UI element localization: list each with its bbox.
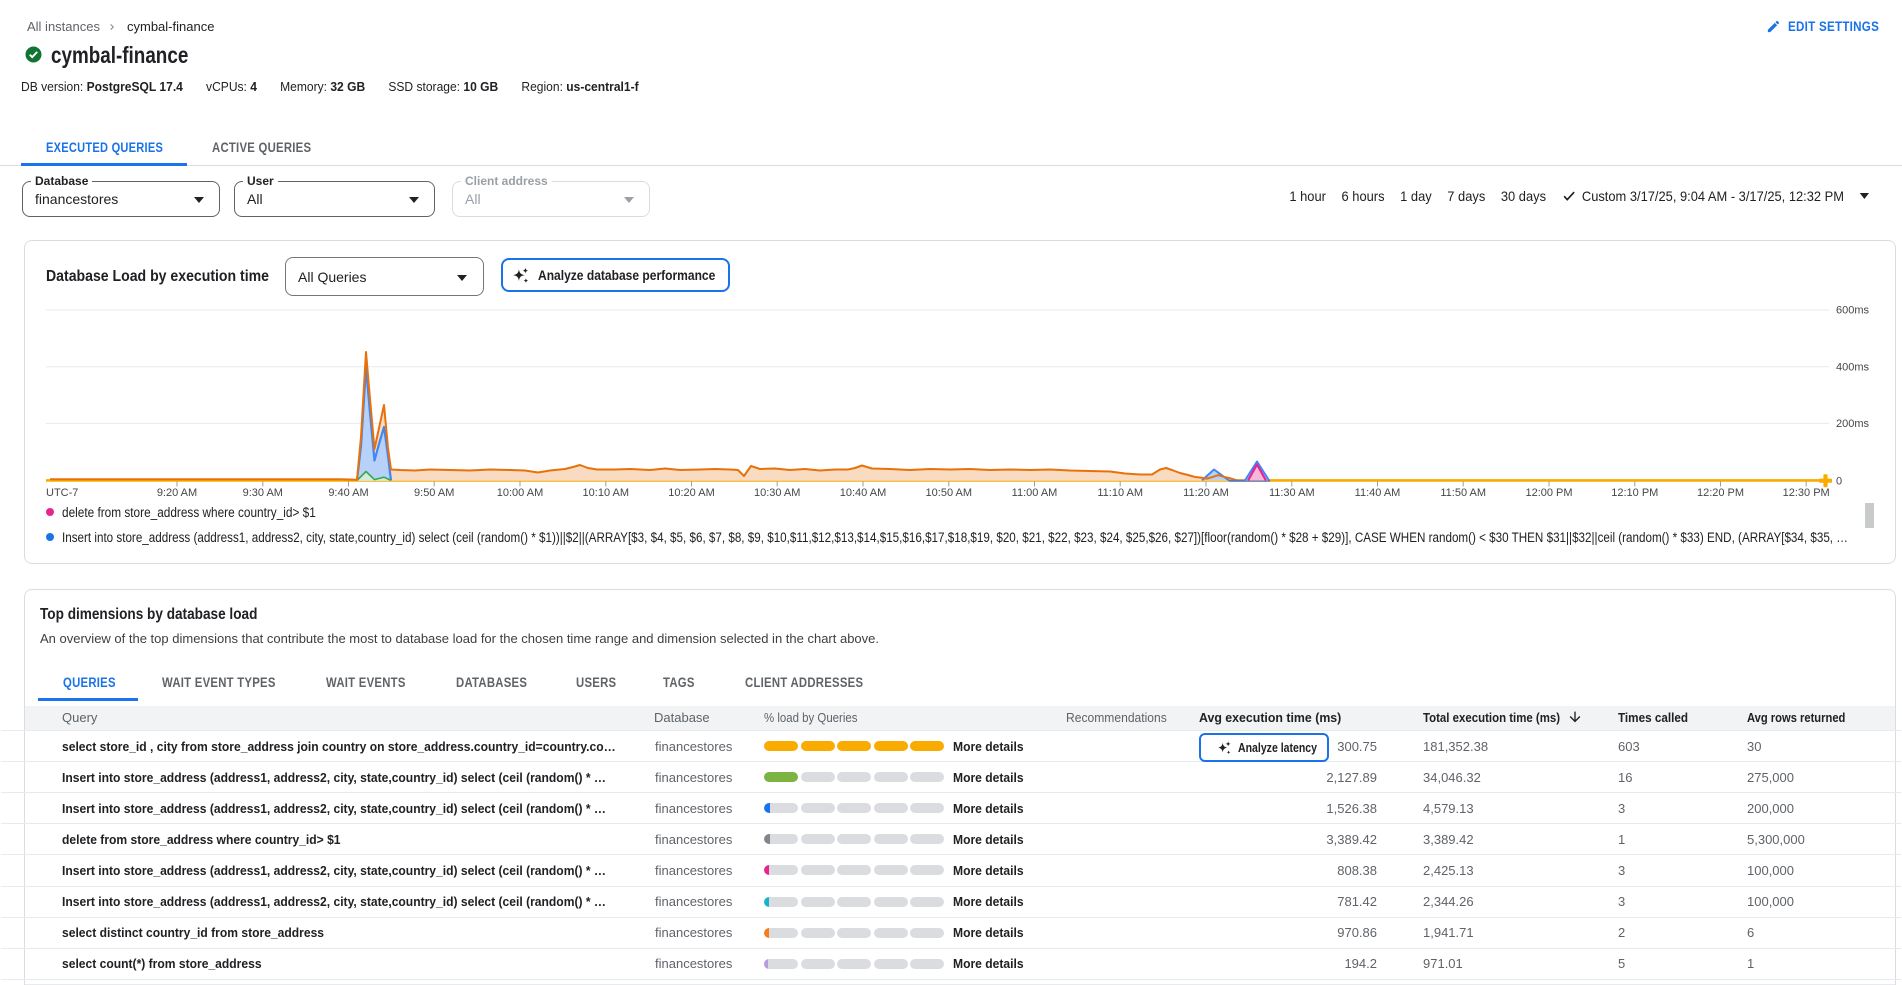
svg-text:0: 0 xyxy=(1836,476,1842,488)
svg-text:12:30 PM: 12:30 PM xyxy=(1783,487,1830,499)
svg-text:12:00 PM: 12:00 PM xyxy=(1525,487,1572,499)
svg-text:12:20 PM: 12:20 PM xyxy=(1697,487,1744,499)
svg-text:UTC-7: UTC-7 xyxy=(46,487,78,499)
svg-text:11:50 AM: 11:50 AM xyxy=(1440,487,1486,499)
svg-text:10:30 AM: 10:30 AM xyxy=(754,487,800,499)
svg-text:11:30 AM: 11:30 AM xyxy=(1269,487,1315,499)
svg-text:10:10 AM: 10:10 AM xyxy=(583,487,629,499)
svg-text:600ms: 600ms xyxy=(1836,305,1870,317)
svg-text:10:40 AM: 10:40 AM xyxy=(840,487,886,499)
svg-text:400ms: 400ms xyxy=(1836,361,1870,373)
svg-text:200ms: 200ms xyxy=(1836,418,1870,430)
svg-text:11:00 AM: 11:00 AM xyxy=(1012,487,1058,499)
svg-text:9:30 AM: 9:30 AM xyxy=(243,487,283,499)
svg-text:9:50 AM: 9:50 AM xyxy=(414,487,454,499)
svg-text:9:20 AM: 9:20 AM xyxy=(157,487,197,499)
svg-text:9:40 AM: 9:40 AM xyxy=(328,487,368,499)
svg-text:12:10 PM: 12:10 PM xyxy=(1611,487,1658,499)
svg-text:11:10 AM: 11:10 AM xyxy=(1097,487,1143,499)
svg-text:10:00 AM: 10:00 AM xyxy=(497,487,543,499)
svg-text:10:50 AM: 10:50 AM xyxy=(926,487,972,499)
svg-text:11:20 AM: 11:20 AM xyxy=(1183,487,1229,499)
svg-text:10:20 AM: 10:20 AM xyxy=(668,487,714,499)
svg-text:11:40 AM: 11:40 AM xyxy=(1355,487,1401,499)
